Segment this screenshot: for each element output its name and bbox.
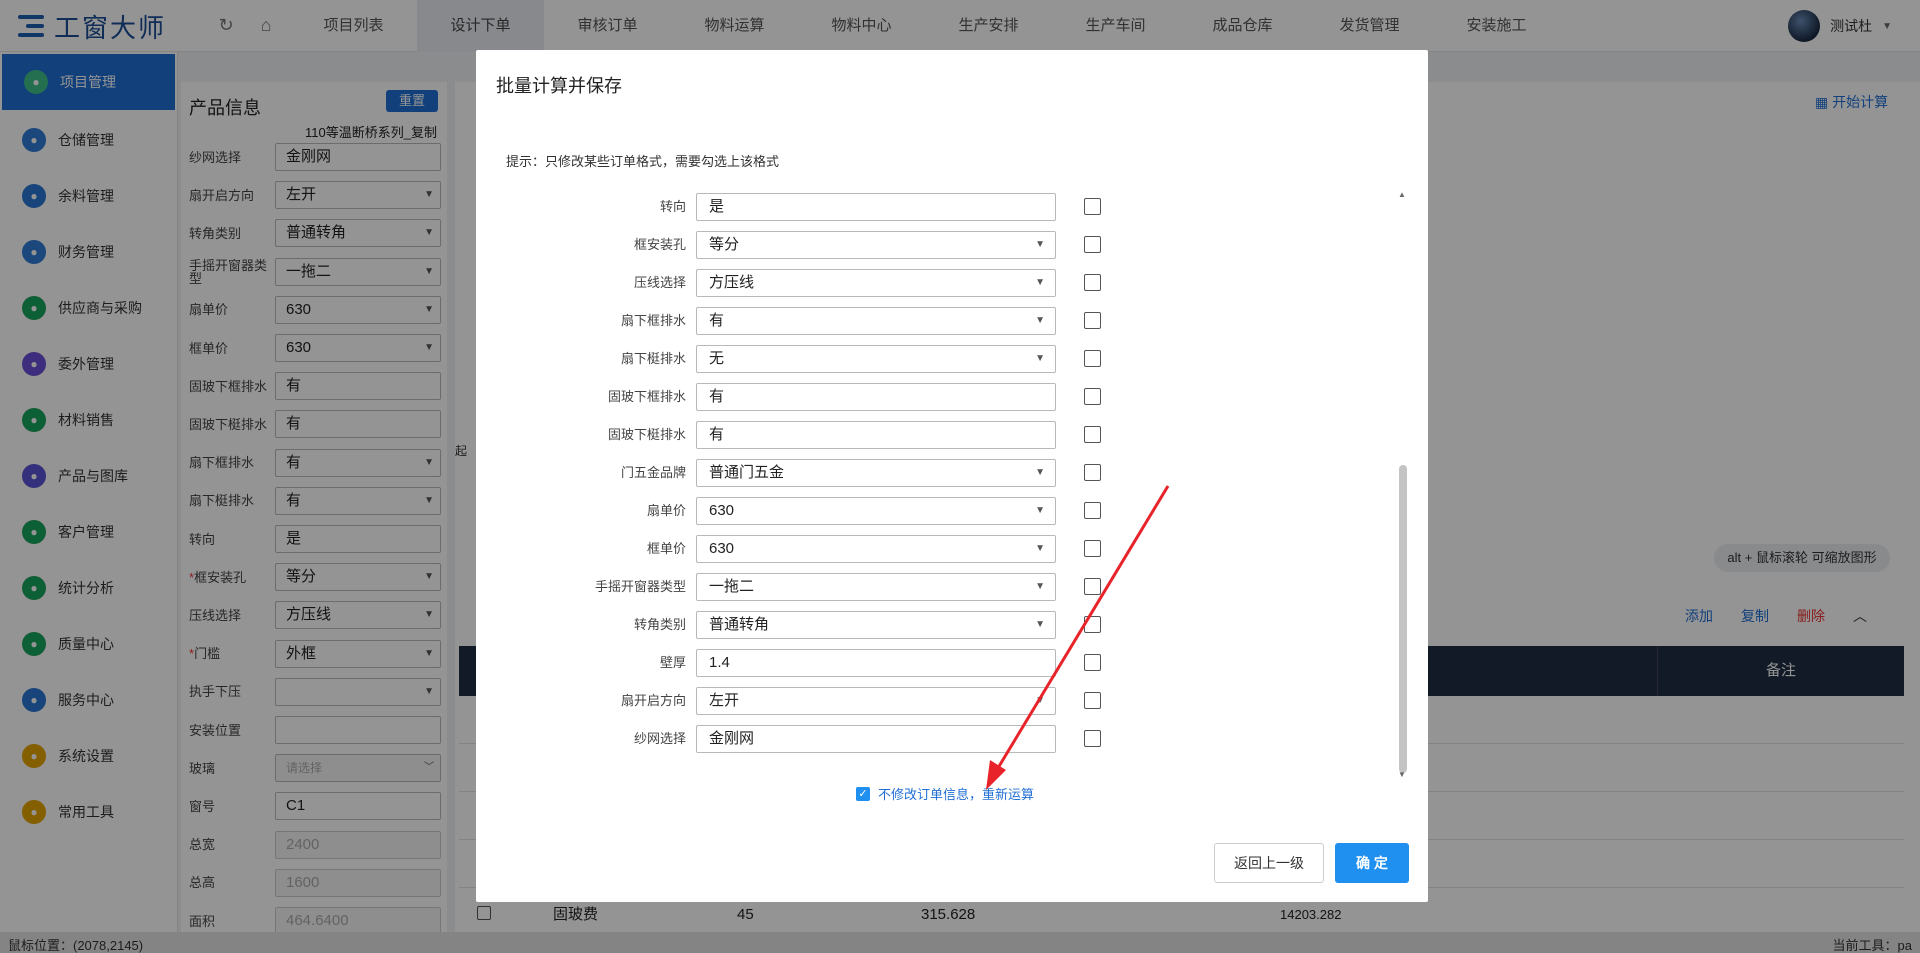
chevron-down-icon: ▼	[1035, 353, 1045, 364]
dialog-field-row: 固玻下梃排水 有	[476, 420, 1376, 450]
dialog-field-value: 是	[709, 198, 725, 215]
dialog-field-row: 转角类别 普通转角 ▼	[476, 610, 1376, 640]
field-modify-checkbox[interactable]	[1084, 654, 1101, 671]
dialog-title: 批量计算并保存	[496, 76, 622, 96]
field-modify-checkbox[interactable]	[1084, 464, 1101, 481]
chevron-down-icon: ▼	[1035, 581, 1045, 592]
chevron-down-icon: ▼	[1035, 315, 1045, 326]
field-modify-checkbox[interactable]	[1084, 350, 1101, 367]
dialog-field-row: 手摇开窗器类型 一拖二 ▼	[476, 572, 1376, 602]
dialog-field-row: 框安装孔 等分 ▼	[476, 230, 1376, 260]
dialog-field-input[interactable]: 有	[696, 383, 1056, 411]
dialog-field-row: 纱网选择 金刚网	[476, 724, 1376, 754]
field-modify-checkbox[interactable]	[1084, 616, 1101, 633]
field-modify-checkbox[interactable]	[1084, 692, 1101, 709]
chevron-down-icon: ▼	[1035, 467, 1045, 478]
dialog-field-label: 压线选择	[633, 275, 686, 290]
dialog-field-value: 普通转角	[709, 616, 770, 633]
dialog-field-label: 手摇开窗器类型	[594, 579, 686, 594]
dialog-field-label: 固玻下框排水	[607, 389, 686, 404]
scroll-up-icon[interactable]: ▲	[1398, 190, 1406, 199]
dialog-field-label: 壁厚	[659, 655, 686, 670]
dialog-field-value: 方压线	[709, 274, 755, 291]
field-modify-checkbox[interactable]	[1084, 388, 1101, 405]
chevron-down-icon: ▼	[1035, 239, 1045, 250]
dialog-field-value: 有	[709, 426, 725, 443]
dialog-field-select[interactable]: 等分 ▼	[696, 231, 1056, 259]
dialog-field-select[interactable]: 一拖二 ▼	[696, 573, 1056, 601]
dialog-field-value: 无	[709, 350, 725, 367]
dialog-field-label: 扇下梃排水	[620, 351, 686, 366]
dialog-field-label: 扇单价	[646, 503, 686, 518]
field-modify-checkbox[interactable]	[1084, 730, 1101, 747]
dialog-field-select[interactable]: 普通门五金 ▼	[696, 459, 1056, 487]
dialog-field-row: 压线选择 方压线 ▼	[476, 268, 1376, 298]
dialog-field-label: 转角类别	[633, 617, 686, 632]
dialog-field-row: 转向 是	[476, 192, 1376, 222]
dialog-field-select[interactable]: 普通转角 ▼	[696, 611, 1056, 639]
chevron-down-icon: ▼	[1035, 277, 1045, 288]
dialog-field-row: 门五金品牌 普通门五金 ▼	[476, 458, 1376, 488]
dialog-field-row: 扇开启方向 左开 ▼	[476, 686, 1376, 716]
field-modify-checkbox[interactable]	[1084, 236, 1101, 253]
field-modify-checkbox[interactable]	[1084, 578, 1101, 595]
dialog-field-select[interactable]: 630 ▼	[696, 535, 1056, 563]
dialog-field-value: 630	[709, 502, 735, 519]
dialog-field-select[interactable]: 630 ▼	[696, 497, 1056, 525]
dialog-field-select[interactable]: 方压线 ▼	[696, 269, 1056, 297]
dialog-field-row: 壁厚 1.4	[476, 648, 1376, 678]
dialog-field-value: 等分	[709, 236, 740, 253]
dialog-field-value: 一拖二	[709, 578, 755, 595]
scroll-down-icon[interactable]: ▼	[1398, 770, 1406, 779]
dialog-field-row: 扇下梃排水无 ▼	[476, 344, 1376, 374]
confirm-button[interactable]: 确 定	[1335, 843, 1409, 883]
dialog-field-label: 转向	[659, 199, 686, 214]
dialog-field-label: 扇开启方向	[620, 693, 686, 708]
dialog-field-label: 框安装孔	[633, 237, 686, 252]
dialog-field-row: 固玻下框排水 有	[476, 382, 1376, 412]
dialog-field-row: 扇下框排水有 ▼	[476, 306, 1376, 336]
dialog-field-value: 1.4	[709, 654, 730, 671]
dialog-field-value: 左开	[709, 692, 740, 709]
dialog-field-input[interactable]: 1.4	[696, 649, 1056, 677]
recalc-checkbox[interactable]: ✓	[856, 786, 870, 801]
dialog-scrollbar[interactable]: ▲ ▼	[1396, 190, 1408, 780]
dialog-field-label: 门五金品牌	[620, 465, 686, 480]
dialog-field-label: 框单价	[646, 541, 686, 556]
field-modify-checkbox[interactable]	[1084, 540, 1101, 557]
dialog-field-value: 有	[709, 312, 725, 329]
field-modify-checkbox[interactable]	[1084, 426, 1101, 443]
batch-calc-dialog: 批量计算并保存 提示：只修改某些订单格式，需要勾选上该格式 转向 是框安装孔 等分 ▼…	[476, 50, 1428, 902]
recalc-option[interactable]: ✓ 不修改订单信息，重新运算	[856, 784, 1034, 803]
dialog-field-label: 固玻下梃排水	[607, 427, 686, 442]
dialog-field-input[interactable]: 是	[696, 193, 1056, 221]
dialog-field-select[interactable]: 左开 ▼	[696, 687, 1056, 715]
chevron-down-icon: ▼	[1035, 543, 1045, 554]
dialog-field-select[interactable]: 无 ▼	[696, 345, 1056, 373]
field-modify-checkbox[interactable]	[1084, 312, 1101, 329]
scroll-thumb[interactable]	[1399, 465, 1407, 773]
dialog-field-label: 扇下框排水	[620, 313, 686, 328]
dialog-field-label: 纱网选择	[633, 731, 686, 746]
chevron-down-icon: ▼	[1035, 505, 1045, 516]
field-modify-checkbox[interactable]	[1084, 502, 1101, 519]
dialog-field-value: 金刚网	[709, 730, 755, 747]
chevron-down-icon: ▼	[1035, 619, 1045, 630]
dialog-hint: 提示：只修改某些订单格式，需要勾选上该格式	[506, 154, 780, 169]
field-modify-checkbox[interactable]	[1084, 274, 1101, 291]
chevron-down-icon: ▼	[1035, 695, 1045, 706]
dialog-field-value: 普通门五金	[709, 464, 785, 481]
field-modify-checkbox[interactable]	[1084, 198, 1101, 215]
back-button[interactable]: 返回上一级	[1214, 843, 1324, 883]
dialog-field-value: 630	[709, 540, 735, 557]
dialog-field-value: 有	[709, 388, 725, 405]
dialog-field-input[interactable]: 有	[696, 421, 1056, 449]
dialog-field-row: 扇单价 630 ▼	[476, 496, 1376, 526]
dialog-field-select[interactable]: 有 ▼	[696, 307, 1056, 335]
dialog-field-input[interactable]: 金刚网	[696, 725, 1056, 753]
recalc-label: 不修改订单信息，重新运算	[878, 787, 1035, 802]
dialog-field-row: 框单价 630 ▼	[476, 534, 1376, 564]
